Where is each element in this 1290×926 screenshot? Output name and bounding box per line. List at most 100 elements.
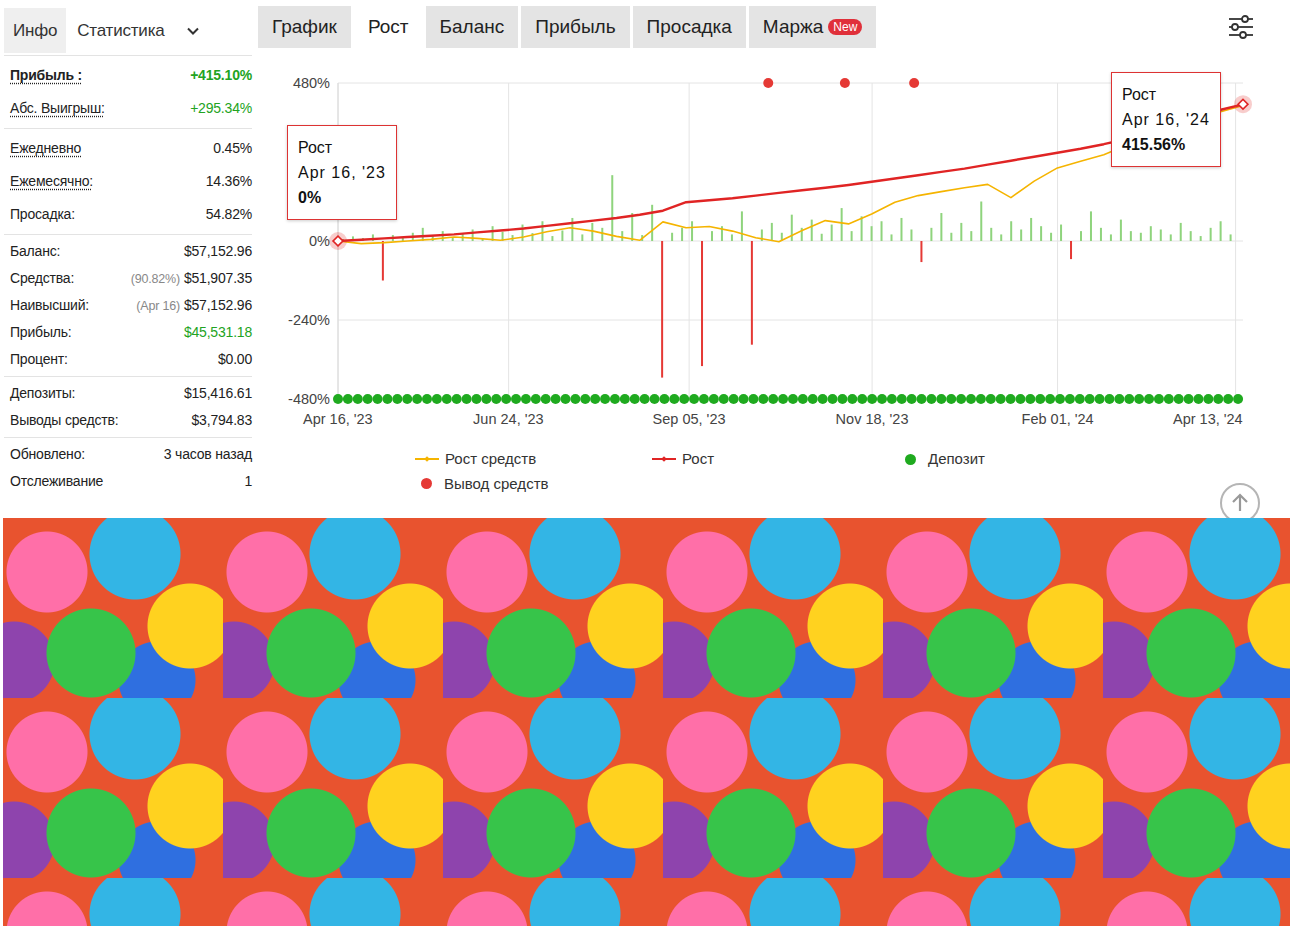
legend-item[interactable]: Рост средств bbox=[415, 448, 652, 471]
chart-settings-button[interactable] bbox=[1226, 12, 1256, 42]
grid-line bbox=[508, 83, 509, 399]
daily-bar bbox=[1100, 228, 1102, 241]
stat-group: Баланс:$57,152.96Средства:(90.82%)$51,90… bbox=[4, 234, 252, 376]
stat-value: +415.10% bbox=[190, 65, 252, 86]
plot-area: 480%0%-240%-480%Apr 16, '23Jun 24, '23Se… bbox=[275, 58, 1255, 448]
chart-tab[interactable]: МаржаNew bbox=[749, 6, 876, 48]
stat-row: Просадка:54.82% bbox=[10, 198, 252, 231]
deposit-dot bbox=[452, 394, 462, 404]
deposit-dot bbox=[1114, 394, 1124, 404]
deposit-dot bbox=[887, 394, 897, 404]
daily-bar bbox=[910, 229, 912, 241]
daily-bar bbox=[492, 226, 494, 241]
stat-value: 1 bbox=[244, 471, 252, 492]
chart-tab[interactable]: График bbox=[258, 6, 351, 48]
deposit-dot bbox=[847, 394, 857, 404]
daily-bar bbox=[601, 228, 603, 241]
deposit-dot bbox=[917, 394, 927, 404]
deposit-dot bbox=[412, 394, 422, 404]
chart-tab[interactable]: Рост bbox=[354, 6, 423, 48]
growth-line bbox=[338, 105, 1243, 243]
stat-value: +295.34% bbox=[190, 98, 252, 119]
withdrawal-dot bbox=[763, 78, 773, 88]
deposit-dot bbox=[343, 394, 353, 404]
stat-value-box: $0.00 bbox=[218, 349, 252, 370]
daily-bar bbox=[771, 223, 773, 241]
withdrawal-dot bbox=[840, 78, 850, 88]
daily-bar bbox=[861, 216, 863, 241]
tab-label: Статистика bbox=[77, 18, 164, 44]
legend-item[interactable]: Рост bbox=[652, 448, 899, 471]
scroll-top-button[interactable] bbox=[1220, 483, 1260, 523]
daily-bar bbox=[1160, 229, 1162, 241]
stat-value-box: $15,416.61 bbox=[184, 383, 252, 404]
deposit-dot bbox=[481, 394, 491, 404]
deposit-dot bbox=[600, 394, 610, 404]
stat-value: $57,152.96 bbox=[184, 241, 252, 262]
stat-value-box: 3 часов назад bbox=[164, 444, 252, 465]
stat-value-box: 14.36% bbox=[206, 171, 252, 192]
sidebar-tab[interactable]: Статистика bbox=[68, 8, 173, 53]
deposit-dot bbox=[768, 394, 778, 404]
deposit-dot bbox=[570, 394, 580, 404]
deposit-dot bbox=[837, 394, 847, 404]
deposit-dot bbox=[798, 394, 808, 404]
stat-value-box: $57,152.96 bbox=[184, 241, 252, 262]
chart-tab[interactable]: Прибыль bbox=[521, 6, 629, 48]
stat-note: (90.82%) bbox=[131, 270, 180, 289]
legend-label: Рост средств bbox=[445, 448, 536, 471]
growth-line bbox=[338, 104, 1243, 241]
stat-value: $0.00 bbox=[218, 349, 252, 370]
daily-bar bbox=[1020, 229, 1022, 241]
daily-bar bbox=[711, 231, 713, 241]
daily-bar bbox=[1230, 234, 1232, 241]
daily-bar bbox=[1040, 226, 1042, 241]
daily-bar bbox=[1130, 231, 1132, 241]
stat-value: 0.45% bbox=[213, 138, 252, 159]
deposit-dot bbox=[491, 394, 501, 404]
tab-label: Инфо bbox=[13, 18, 57, 44]
more-tabs-button[interactable] bbox=[176, 8, 210, 53]
stat-value-box: 54.82% bbox=[206, 204, 252, 225]
deposit-dot bbox=[511, 394, 521, 404]
stat-value-box: +415.10% bbox=[190, 65, 252, 86]
daily-bar bbox=[561, 230, 563, 241]
y-axis-label: -480% bbox=[288, 390, 330, 408]
tooltip-value: 415.56% bbox=[1122, 132, 1210, 157]
deposit-dot bbox=[1075, 394, 1085, 404]
deposit-dot bbox=[897, 394, 907, 404]
deposit-dot bbox=[936, 394, 946, 404]
point-marker bbox=[1238, 99, 1248, 109]
legend-item[interactable]: Вывод средств bbox=[415, 473, 652, 496]
daily-bar bbox=[1070, 241, 1072, 259]
deposit-dot bbox=[501, 394, 511, 404]
grid-line bbox=[689, 83, 690, 399]
stat-label: Наивысший: bbox=[10, 295, 89, 316]
daily-bar bbox=[980, 202, 982, 242]
deposit-dot bbox=[996, 394, 1006, 404]
stat-value: $57,152.96 bbox=[184, 295, 252, 316]
stat-row: Прибыль :+415.10% bbox=[10, 59, 252, 92]
deposit-dot bbox=[462, 394, 472, 404]
deposit-dot bbox=[402, 394, 412, 404]
deposit-dot bbox=[640, 394, 650, 404]
daily-bar bbox=[821, 234, 823, 241]
daily-bar bbox=[831, 225, 833, 241]
legend-item[interactable]: Депозит bbox=[899, 448, 1255, 471]
chart-tab[interactable]: Баланс bbox=[426, 6, 519, 48]
stat-group: Прибыль :+415.10%Абс. Выигрыш:+295.34% bbox=[4, 55, 252, 128]
chart-tab[interactable]: Просадка bbox=[633, 6, 746, 48]
daily-bar bbox=[930, 228, 932, 241]
daily-bar bbox=[1010, 221, 1012, 241]
deposit-dot bbox=[442, 394, 452, 404]
deposit-dot bbox=[1104, 394, 1114, 404]
daily-bar bbox=[1180, 223, 1182, 241]
stat-row: Ежедневно0.45% bbox=[10, 132, 252, 165]
daily-bar bbox=[422, 228, 424, 241]
chart-tooltip: РостApr 16, '230% bbox=[287, 125, 397, 220]
deposit-dot bbox=[620, 394, 630, 404]
dot-swatch-icon bbox=[905, 454, 916, 465]
stat-group: Депозиты:$15,416.61Выводы средств:$3,794… bbox=[4, 376, 252, 437]
sidebar-tab[interactable]: Инфо bbox=[4, 8, 66, 53]
stat-row: Депозиты:$15,416.61 bbox=[10, 380, 252, 407]
